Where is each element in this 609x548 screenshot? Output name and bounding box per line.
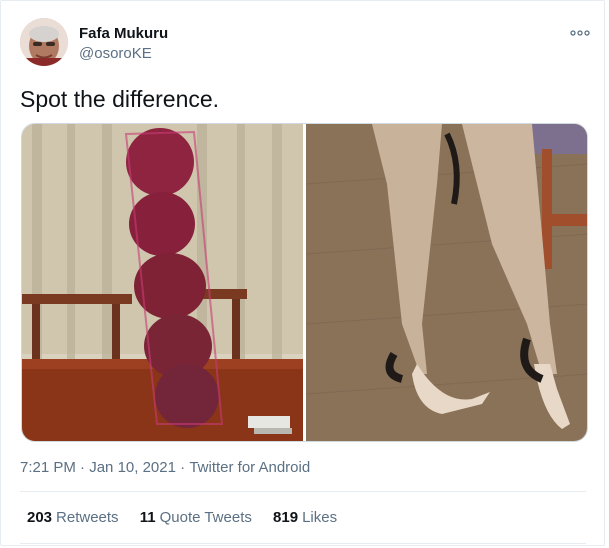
meta-separator: · — [80, 459, 86, 476]
likes-count: 819 — [273, 509, 299, 526]
quote-tweets-stat[interactable]: 11 Quote Tweets — [140, 509, 252, 526]
quote-tweets-count: 11 — [139, 509, 156, 526]
quote-tweets-label: Quote Tweets — [159, 509, 252, 526]
retweets-stat[interactable]: 203 Retweets — [27, 509, 119, 526]
divider — [20, 543, 586, 544]
tweet-media[interactable] — [21, 123, 588, 442]
author-name[interactable]: Fafa Mukuru — [79, 25, 168, 42]
photo-onions[interactable] — [22, 124, 303, 442]
divider — [20, 491, 586, 492]
photo-mesh-legs[interactable] — [305, 124, 588, 442]
tweet-text: Spot the difference. — [20, 86, 220, 112]
retweets-count: 203 — [27, 509, 53, 526]
tweet-time[interactable]: 7:21 PM — [20, 459, 76, 476]
tweet-source[interactable]: Twitter for Android — [189, 459, 310, 476]
likes-stat[interactable]: 819 Likes — [273, 509, 337, 526]
tweet-meta: 7:21 PM · Jan 10, 2021 · Twitter for And… — [20, 459, 310, 476]
retweets-label: Retweets — [56, 509, 119, 526]
meta-separator: · — [180, 459, 186, 476]
author-handle[interactable]: @osoroKE — [79, 45, 152, 62]
tweet-stats: 203 Retweets 11 Quote Tweets 819 Likes — [27, 509, 354, 526]
tweet-date[interactable]: Jan 10, 2021 — [89, 459, 176, 476]
likes-label: Likes — [302, 509, 338, 526]
avatar[interactable] — [20, 18, 68, 66]
more-options-icon[interactable] — [570, 26, 590, 38]
